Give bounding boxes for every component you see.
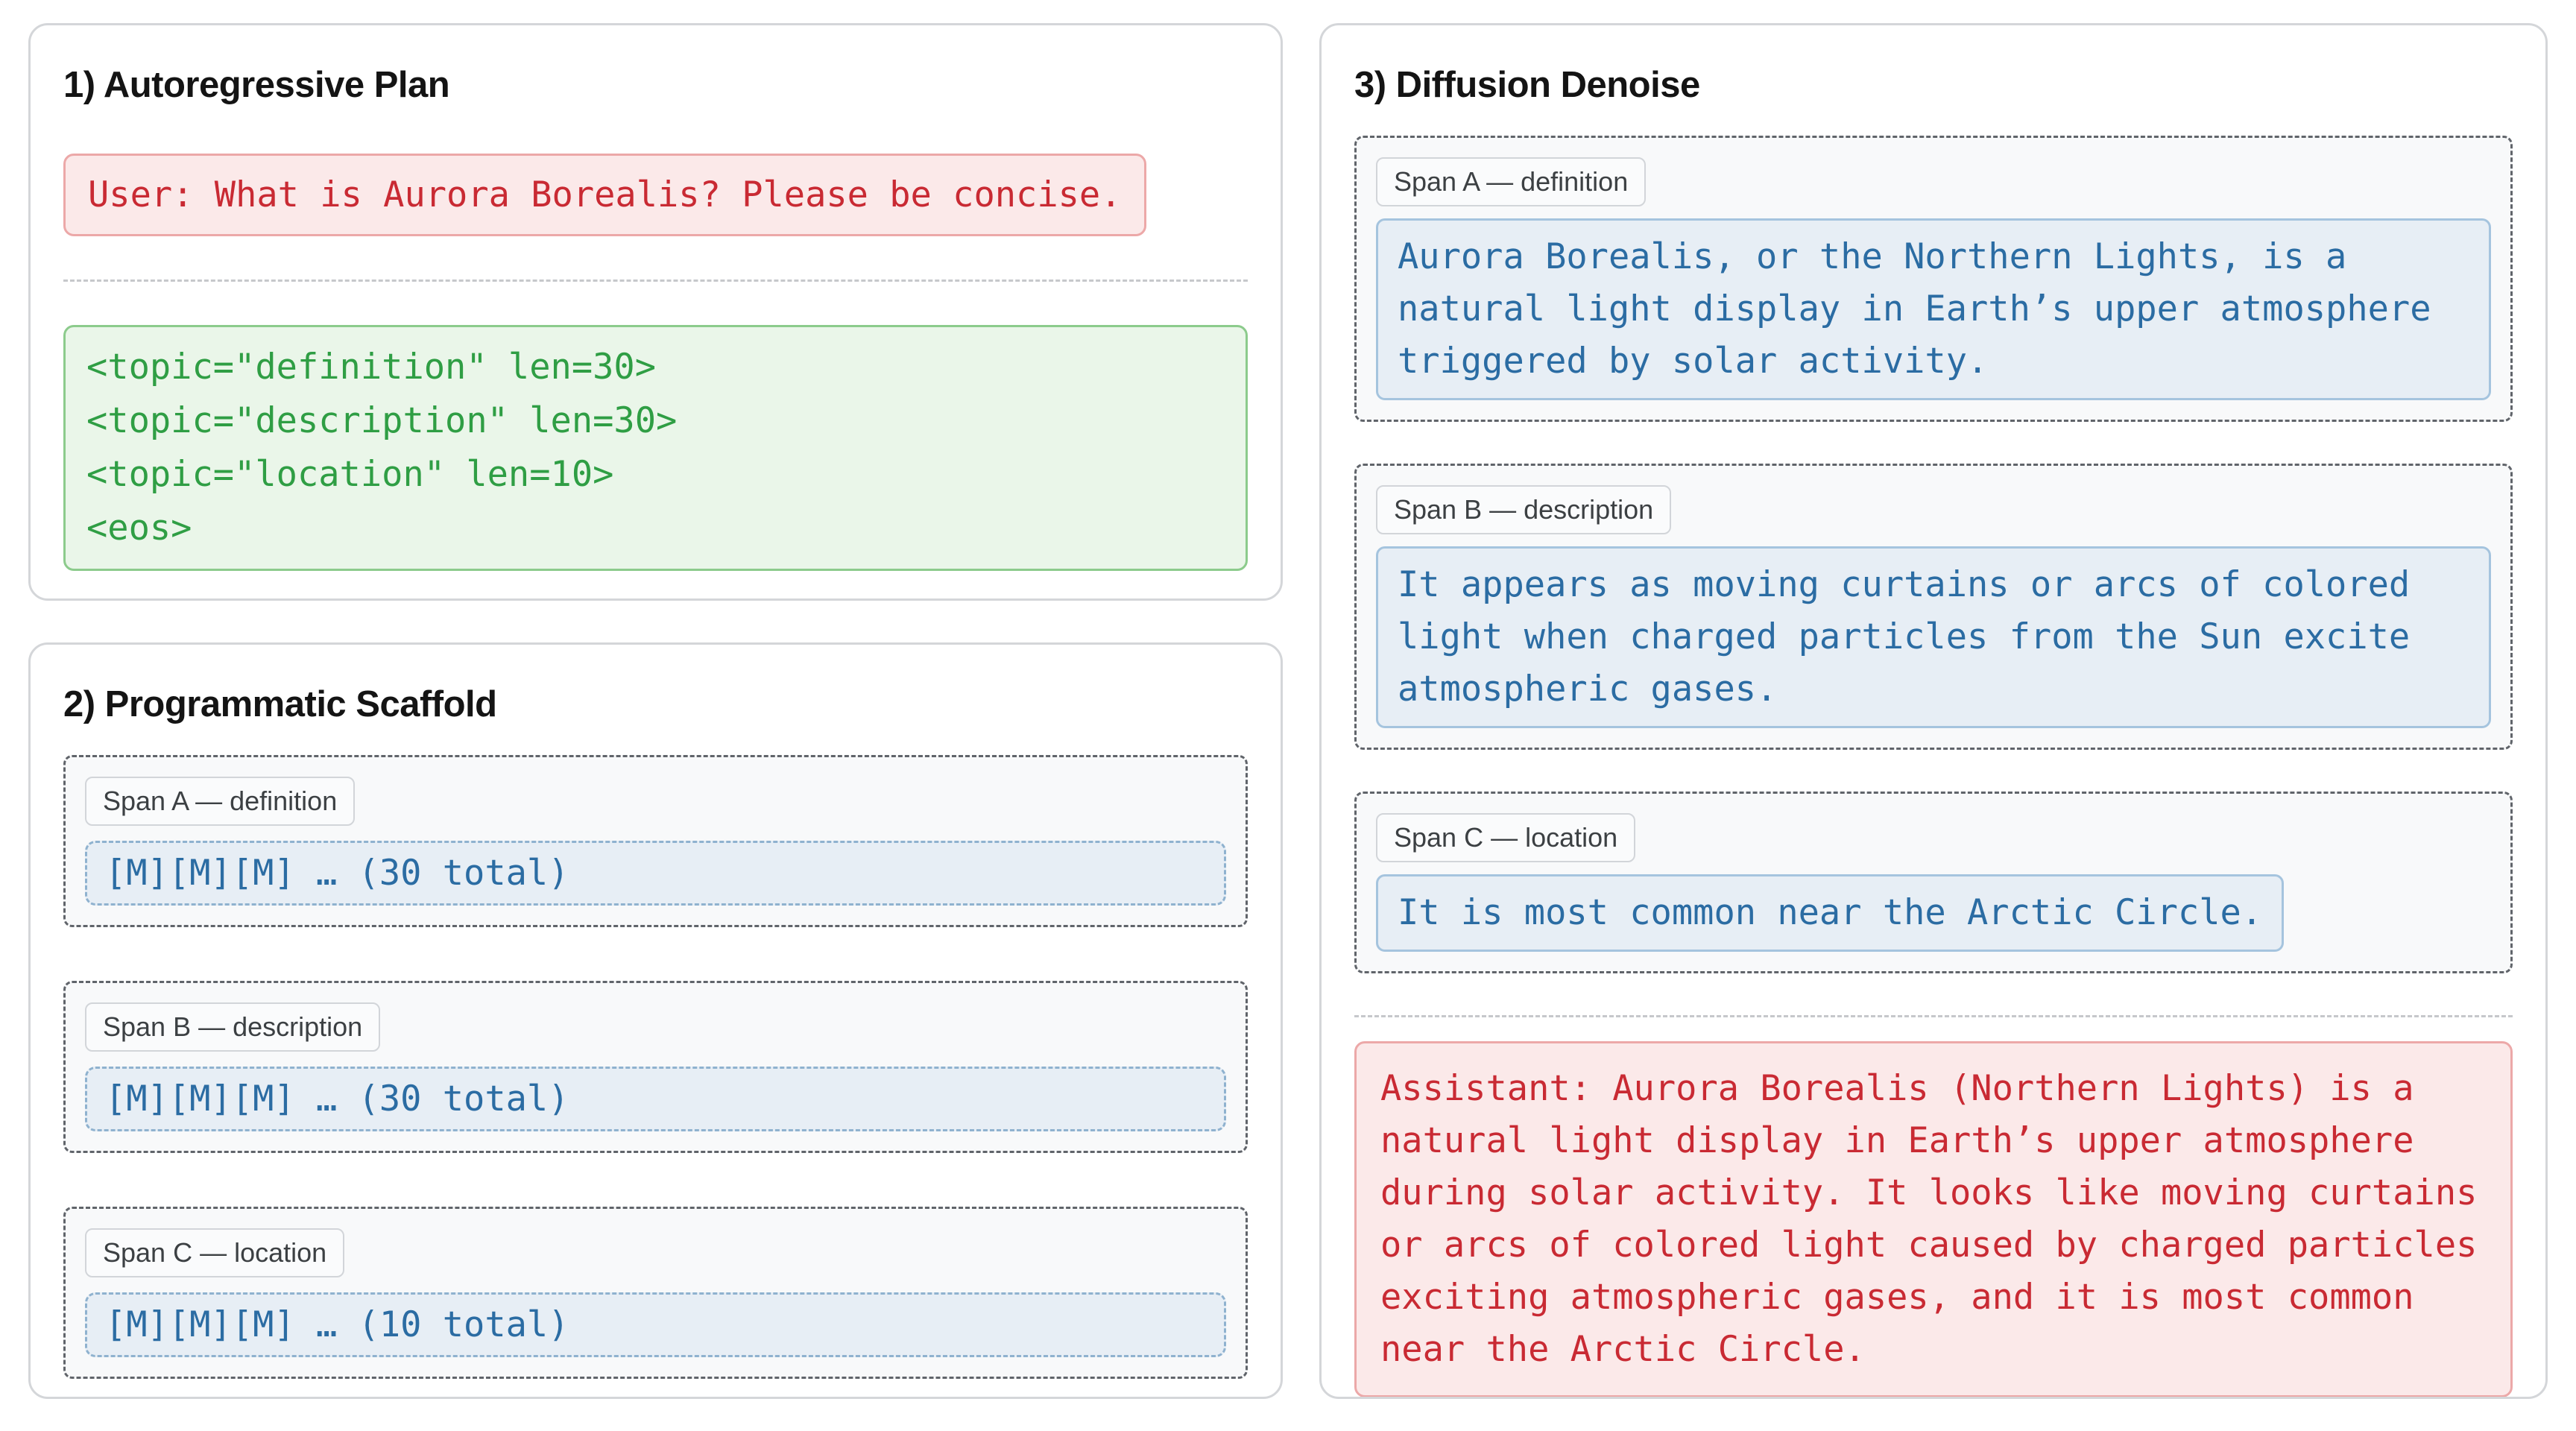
decoding-pipeline-diagram: 1) Autoregressive Plan User: What is Aur…: [0, 0, 2576, 1399]
plan-token-eos: <eos>: [86, 502, 1225, 555]
denoise-span-a-container: Span A — definition Aurora Borealis, or …: [1354, 136, 2513, 422]
assistant-message-box: Assistant: Aurora Borealis (Northern Lig…: [1354, 1041, 2513, 1397]
denoise-span-b-label-chip: Span B — description: [1376, 485, 1671, 534]
scaffold-span-b-container: Span B — description [M][M][M] … (30 tot…: [63, 981, 1248, 1153]
panel-autoregressive-plan: 1) Autoregressive Plan User: What is Aur…: [28, 23, 1283, 601]
user-message-box: User: What is Aurora Borealis? Please be…: [63, 154, 1146, 236]
scaffold-span-b-mask-box: [M][M][M] … (30 total): [85, 1067, 1226, 1131]
scaffold-span-a-container: Span A — definition [M][M][M] … (30 tota…: [63, 755, 1248, 927]
plan-token-location: <topic="location" len=10>: [86, 448, 1225, 502]
denoise-span-a-label-chip: Span A — definition: [1376, 157, 1646, 206]
plan-tokens-box: <topic="definition" len=30> <topic="desc…: [63, 325, 1248, 571]
denoise-span-a-text-box: Aurora Borealis, or the Northern Lights,…: [1376, 218, 2491, 400]
scaffold-span-b-label-chip: Span B — description: [85, 1002, 380, 1052]
denoise-divider: [1354, 1015, 2513, 1017]
panel-programmatic-scaffold: 2) Programmatic Scaffold Span A — defini…: [28, 642, 1283, 1399]
scaffold-span-c-label-chip: Span C — location: [85, 1228, 344, 1277]
panel-title-programmatic-scaffold: 2) Programmatic Scaffold: [63, 683, 1248, 725]
panel-diffusion-denoise: 3) Diffusion Denoise Span A — definition…: [1319, 23, 2548, 1399]
scaffold-span-c-container: Span C — location [M][M][M] … (10 total): [63, 1207, 1248, 1379]
denoise-span-c-container: Span C — location It is most common near…: [1354, 792, 2513, 973]
panel-title-diffusion-denoise: 3) Diffusion Denoise: [1354, 64, 2513, 106]
denoise-span-c-text-box: It is most common near the Arctic Circle…: [1376, 874, 2284, 952]
plan-token-definition: <topic="definition" len=30>: [86, 341, 1225, 394]
left-column: 1) Autoregressive Plan User: What is Aur…: [28, 23, 1283, 1399]
scaffold-span-a-label-chip: Span A — definition: [85, 777, 355, 826]
plan-token-description: <topic="description" len=30>: [86, 394, 1225, 448]
panel-title-autoregressive-plan: 1) Autoregressive Plan: [63, 64, 1248, 106]
scaffold-span-a-mask-box: [M][M][M] … (30 total): [85, 841, 1226, 906]
plan-divider: [63, 279, 1248, 282]
denoise-span-b-container: Span B — description It appears as movin…: [1354, 464, 2513, 750]
denoise-span-b-text-box: It appears as moving curtains or arcs of…: [1376, 546, 2491, 728]
scaffold-span-c-mask-box: [M][M][M] … (10 total): [85, 1292, 1226, 1357]
denoise-span-c-label-chip: Span C — location: [1376, 813, 1635, 862]
